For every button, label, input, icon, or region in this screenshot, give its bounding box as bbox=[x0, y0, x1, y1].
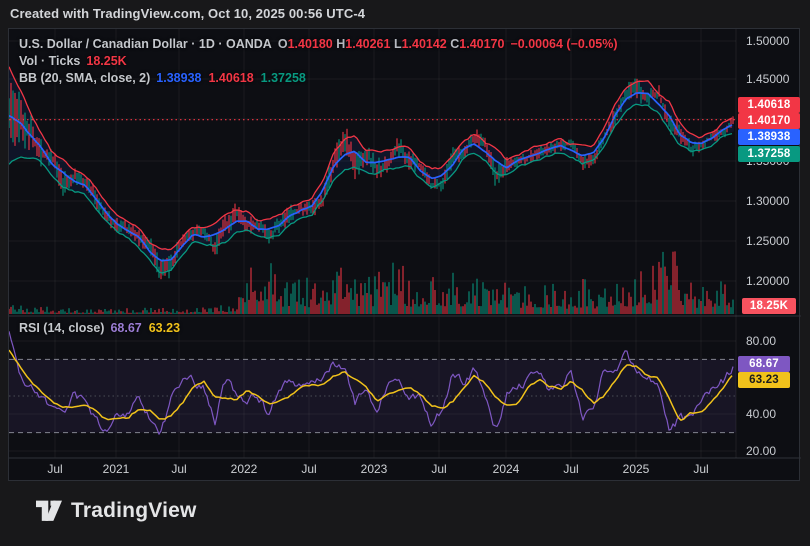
price-tick-label: 1.20000 bbox=[746, 273, 789, 289]
ohlc-val: 1.40180 bbox=[288, 37, 337, 51]
price-badge: 1.38938 bbox=[738, 129, 800, 145]
chart-widget[interactable]: U.S. Dollar / Canadian Dollar · 1D · OAN… bbox=[8, 28, 800, 481]
rsi-legend-row: RSI (14, close) 68.67 63.23 bbox=[19, 321, 187, 335]
ohlc-key: H bbox=[336, 37, 345, 51]
tradingview-logo-icon bbox=[36, 500, 62, 523]
time-tick-label: 2023 bbox=[361, 462, 388, 476]
price-tick-label: 1.30000 bbox=[746, 193, 789, 209]
tradingview-logo-text: TradingView bbox=[71, 499, 197, 523]
rsi-tick-label: 80.00 bbox=[746, 333, 776, 349]
time-tick-label: Jul bbox=[431, 462, 446, 476]
rsi-value: 63.23 bbox=[149, 321, 180, 335]
price-tick-label: 1.50000 bbox=[746, 33, 789, 49]
price-badge: 1.40170 bbox=[738, 113, 800, 129]
change-value: −0.00064 (−0.05%) bbox=[510, 37, 617, 51]
price-tick-label: 1.45000 bbox=[746, 71, 789, 87]
rsi-badge: 63.23 bbox=[738, 372, 790, 388]
price-badge: 1.37258 bbox=[738, 146, 800, 162]
time-tick-label: Jul bbox=[47, 462, 62, 476]
symbol-title: U.S. Dollar / Canadian Dollar · 1D · OAN… bbox=[19, 37, 272, 51]
bb-legend-row: BB (20, SMA, close, 2) 1.389381.406181.3… bbox=[19, 71, 618, 85]
time-tick-label: Jul bbox=[171, 462, 186, 476]
rsi-badge: 68.67 bbox=[738, 356, 790, 372]
main-pane-legend: U.S. Dollar / Canadian Dollar · 1D · OAN… bbox=[19, 37, 618, 85]
rsi-tick-label: 20.00 bbox=[746, 443, 776, 459]
bb-values: 1.38938 1.40618 1.37258 bbox=[156, 71, 313, 85]
time-tick-label: 2025 bbox=[623, 462, 650, 476]
rsi-label: RSI (14, close) bbox=[19, 321, 104, 335]
price-tick-label: 1.25000 bbox=[746, 233, 789, 249]
chart-plot[interactable] bbox=[9, 29, 801, 482]
snapshot-caption: Created with TradingView.com, Oct 10, 20… bbox=[10, 3, 365, 25]
time-tick-label: Jul bbox=[693, 462, 708, 476]
price-badge: 1.40618 bbox=[738, 97, 800, 113]
ohlc-key: O bbox=[278, 37, 288, 51]
time-tick-label: 2022 bbox=[231, 462, 258, 476]
rsi-tick-label: 40.00 bbox=[746, 406, 776, 422]
bb-value: 1.37258 bbox=[261, 71, 306, 85]
volume-label: Vol · Ticks bbox=[19, 54, 80, 68]
rsi-pane-legend: RSI (14, close) 68.67 63.23 bbox=[19, 321, 187, 335]
rsi-value: 68.67 bbox=[110, 321, 141, 335]
time-tick-label: Jul bbox=[563, 462, 578, 476]
bb-label: BB (20, SMA, close, 2) bbox=[19, 71, 150, 85]
ohlc-key: L bbox=[394, 37, 402, 51]
bb-value: 1.38938 bbox=[156, 71, 201, 85]
ohlc-val: 1.40142 bbox=[402, 37, 451, 51]
ohlc-val: 1.40261 bbox=[345, 37, 394, 51]
symbol-legend-row: U.S. Dollar / Canadian Dollar · 1D · OAN… bbox=[19, 37, 618, 51]
ohlc-val: 1.40170 bbox=[459, 37, 504, 51]
volume-legend-row: Vol · Ticks 18.25K bbox=[19, 54, 618, 68]
time-tick-label: 2024 bbox=[493, 462, 520, 476]
ohlc-values: O1.40180 H1.40261 L1.40142 C1.40170 bbox=[278, 37, 505, 51]
rsi-values: 68.67 63.23 bbox=[110, 321, 187, 335]
bb-value: 1.40618 bbox=[208, 71, 253, 85]
volume-value: 18.25K bbox=[86, 54, 126, 68]
time-tick-label: Jul bbox=[301, 462, 316, 476]
tradingview-logo[interactable]: TradingView bbox=[36, 499, 197, 523]
time-tick-label: 2021 bbox=[103, 462, 130, 476]
volume-badge: 18.25K bbox=[742, 298, 796, 314]
ohlc-key: C bbox=[450, 37, 459, 51]
